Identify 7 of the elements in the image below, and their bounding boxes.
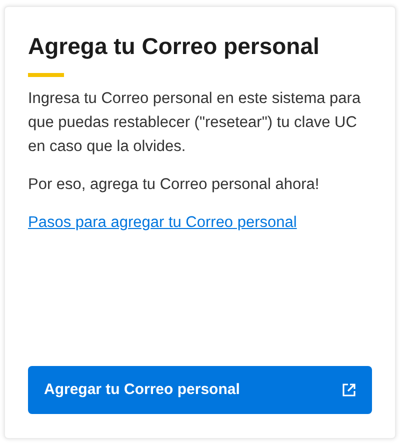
card-title: Agrega tu Correo personal [28, 32, 320, 61]
paragraph: Ingresa tu Correo personal en este sistema para que puedas restablecer ("resetear") tu clave UC en caso que la olvides. [28, 89, 362, 157]
paragraph: Por eso, agrega tu Correo personal ahora! [28, 175, 320, 195]
help-link[interactable]: Pasos para agregar tu Correo personal [28, 211, 297, 235]
external-link-icon [342, 383, 356, 397]
accent-bar [28, 73, 64, 77]
add-email-button[interactable]: Agregar tu Correo personal [28, 366, 372, 414]
